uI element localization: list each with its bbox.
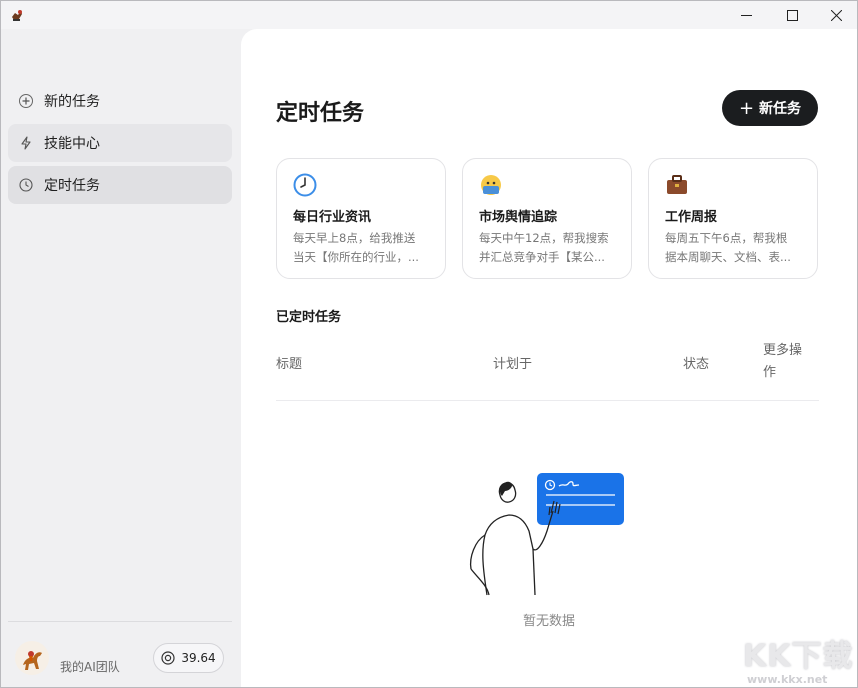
watermark-text: KK下载: [743, 639, 854, 674]
card-title: 每日行业资讯: [293, 210, 372, 225]
worried-face-icon: [481, 175, 501, 195]
card-description: 每天中午12点，帮我搜索 并汇总竞争对手【某公...: [479, 229, 619, 267]
lightning-icon: [18, 135, 34, 151]
maximize-icon: [786, 9, 798, 21]
main-panel: 定时任务 + 新任务 每日行业资讯 每天早上8点，给我推送 当天【你所在的行业，…: [241, 29, 857, 687]
template-card-market-tracking[interactable]: 市场舆情追踪 每天中午12点，帮我搜索 并汇总竞争对手【某公...: [462, 158, 632, 279]
watermark-url: www.kkx.net: [747, 673, 828, 686]
minimize-button[interactable]: [723, 1, 769, 29]
sidebar-item-scheduled-tasks[interactable]: 定时任务: [8, 166, 232, 204]
watermark: KK下载 www.kkx.net: [741, 631, 857, 687]
column-header-title: 标题: [276, 357, 303, 372]
empty-state-text: 暂无数据: [522, 614, 575, 629]
card-description: 每天早上8点，给我推送 当天【你所在的行业，...: [293, 229, 433, 267]
briefcase-icon: [667, 175, 687, 194]
card-title: 工作周报: [665, 210, 718, 225]
app-logo-icon: [12, 10, 22, 21]
sidebar-divider: [8, 621, 232, 622]
template-card-daily-news[interactable]: 每日行业资讯 每天早上8点，给我推送 当天【你所在的行业，...: [276, 158, 446, 279]
card-desc-line: 每天中午12点，帮我搜索: [479, 231, 609, 245]
template-card-weekly-report[interactable]: 工作周报 每周五下午6点，帮我根 据本周聊天、文档、表...: [648, 158, 818, 279]
column-header-plan: 计划于: [493, 357, 533, 372]
credits-value: 39.64: [181, 651, 216, 665]
credits-icon: [161, 651, 175, 665]
column-header-status: 状态: [683, 357, 710, 372]
clock-emoji-icon: [293, 173, 317, 197]
credits-badge[interactable]: 39.64: [153, 643, 224, 673]
card-title: 市场舆情追踪: [479, 210, 558, 225]
close-button[interactable]: [813, 1, 857, 29]
sidebar-item-label: 技能中心: [44, 136, 100, 152]
page-title: 定时任务: [276, 101, 365, 126]
title-bar: [1, 1, 857, 29]
new-task-label: 新任务: [759, 101, 802, 117]
app-window: 新的任务 技能中心 定时任务 我的AI团队 39.64 定时任务 + 新任务 每…: [0, 0, 858, 688]
close-icon: [830, 9, 842, 21]
minimize-icon: [740, 14, 752, 16]
new-task-button[interactable]: + 新任务: [722, 90, 818, 126]
sidebar: 新的任务 技能中心 定时任务 我的AI团队 39.64: [1, 29, 241, 687]
table-divider: [276, 400, 819, 401]
team-label: 我的AI团队: [60, 660, 120, 674]
card-desc-line: 每天早上8点，给我推送: [293, 231, 416, 245]
card-desc-line: 每周五下午6点，帮我根: [665, 231, 788, 245]
plus-icon: [18, 93, 34, 109]
sidebar-item-label: 定时任务: [44, 178, 100, 194]
card-description: 每周五下午6点，帮我根 据本周聊天、文档、表...: [665, 229, 805, 267]
maximize-button[interactable]: [769, 1, 815, 29]
card-desc-line: 据本周聊天、文档、表...: [665, 250, 791, 264]
card-desc-line: 并汇总竞争对手【某公...: [479, 250, 605, 264]
section-title: 已定时任务: [276, 310, 342, 325]
avatar[interactable]: [15, 641, 49, 675]
sidebar-item-label: 新的任务: [44, 94, 100, 110]
plus-icon: +: [738, 97, 755, 119]
clock-icon: [18, 177, 34, 193]
horse-avatar-icon: [23, 651, 42, 670]
sidebar-item-skill-center[interactable]: 技能中心: [8, 124, 232, 162]
column-header-more: 更多操作: [763, 343, 803, 380]
card-desc-line: 当天【你所在的行业，...: [293, 250, 419, 264]
sidebar-item-new-task[interactable]: 新的任务: [8, 82, 232, 120]
empty-state-illustration: [469, 473, 624, 596]
